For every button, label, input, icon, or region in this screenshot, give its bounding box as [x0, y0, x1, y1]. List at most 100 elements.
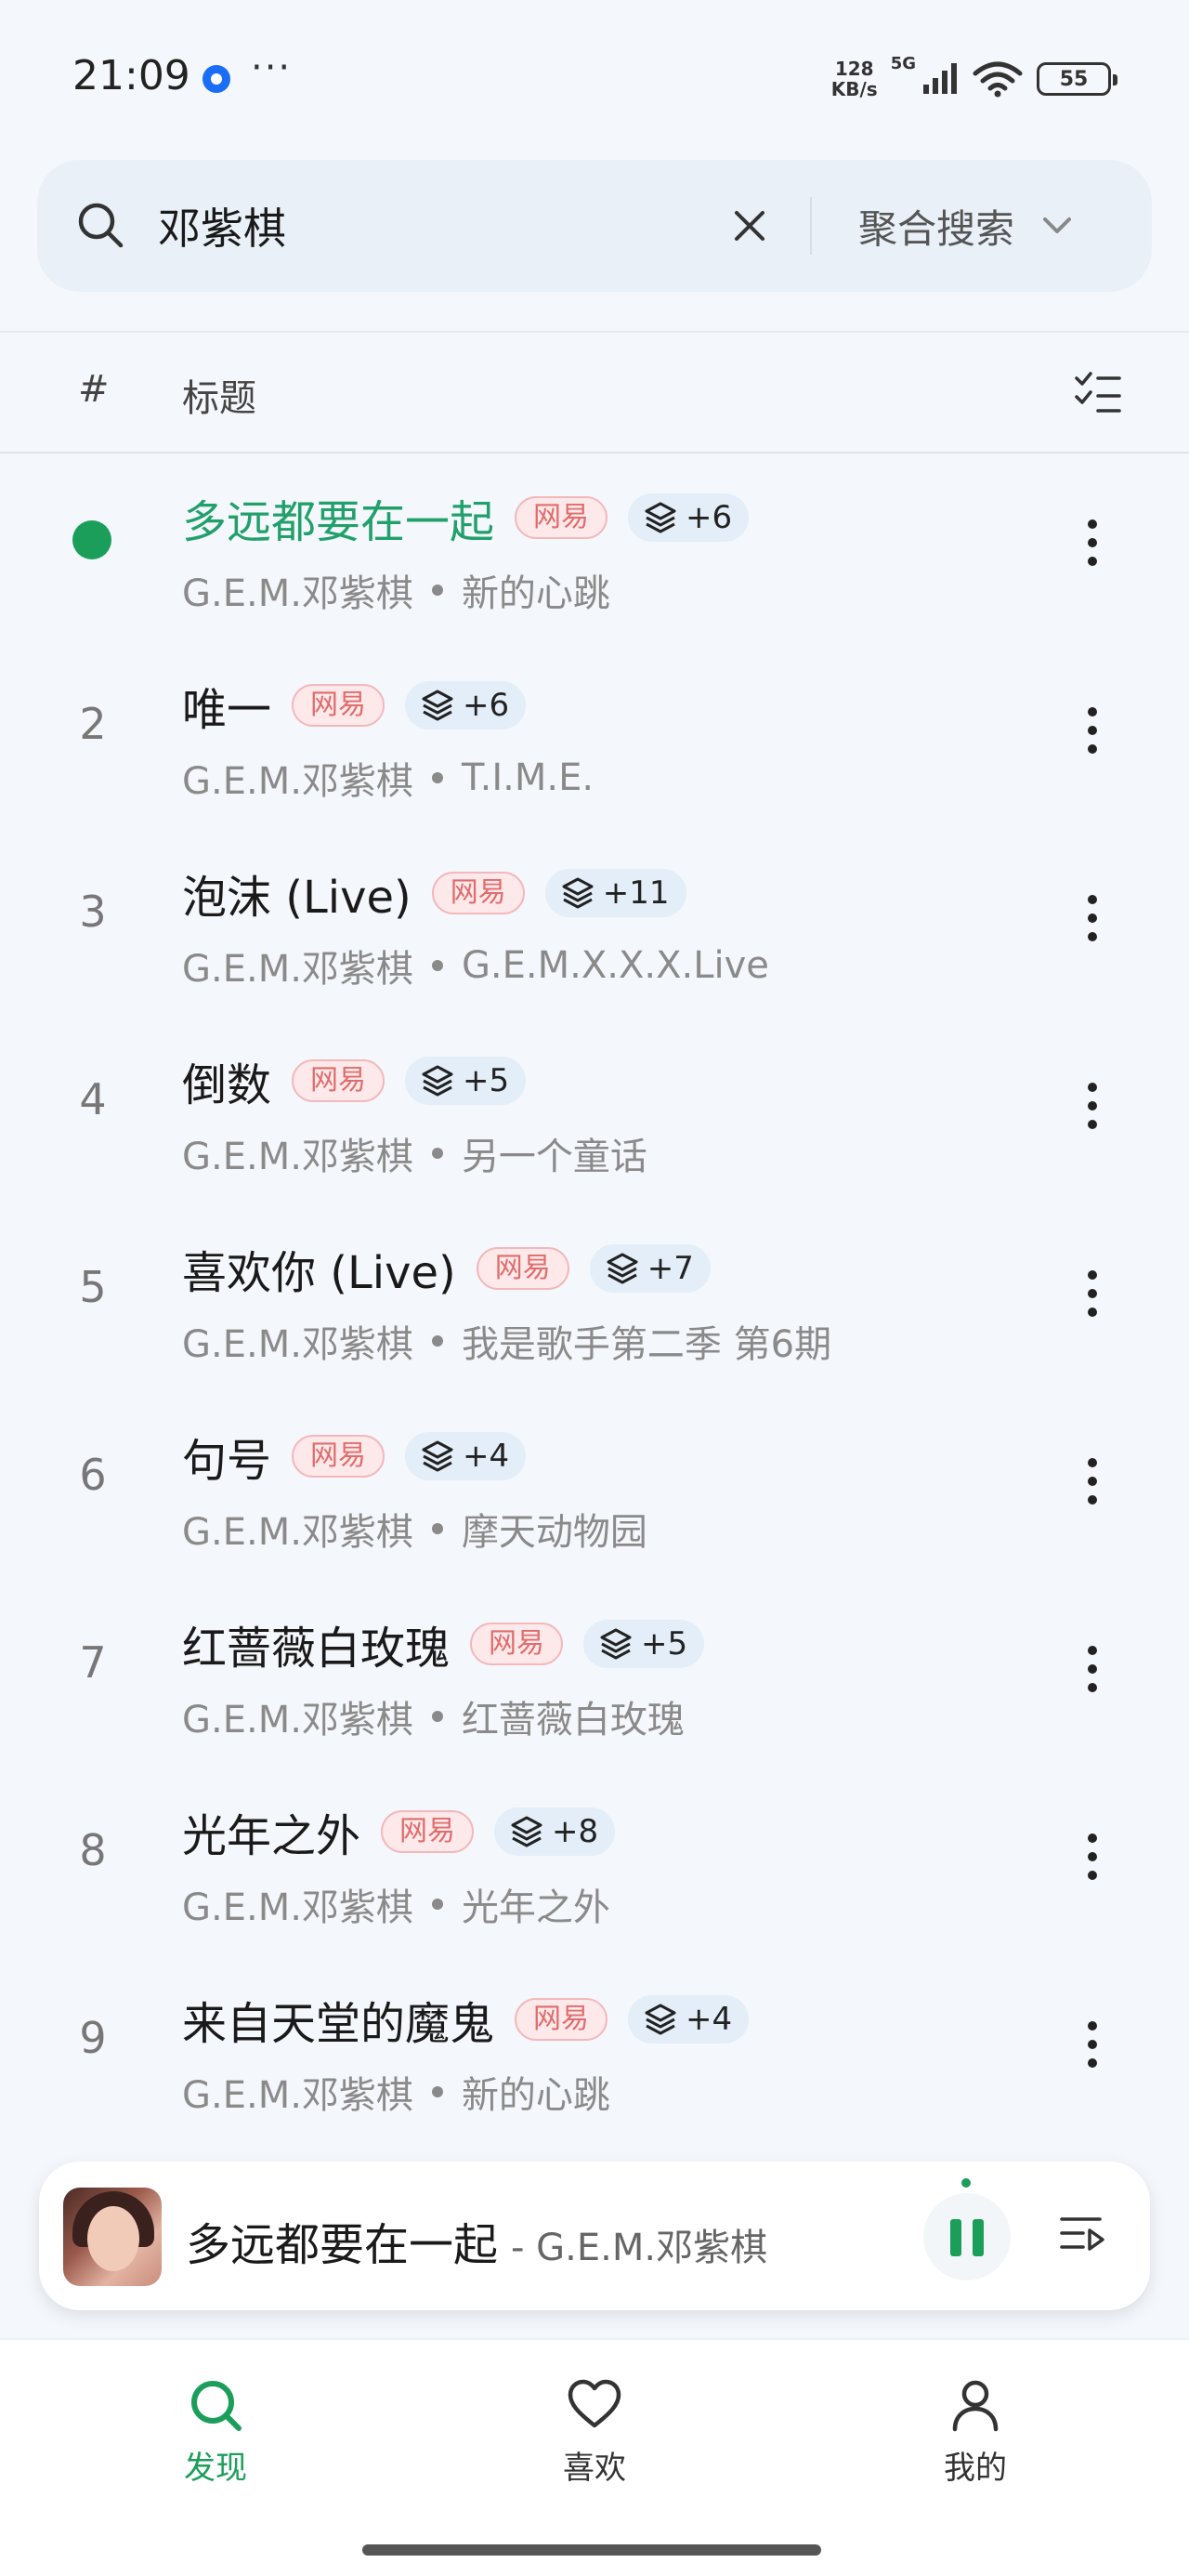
more-options-icon[interactable] [1078, 1829, 1107, 1885]
search-mode-label: 聚合搜索 [858, 205, 1015, 252]
versions-count: +5 [641, 1625, 688, 1663]
cover-face-shape [87, 2206, 139, 2271]
separator-dot [431, 1899, 443, 1910]
layers-icon [645, 502, 676, 533]
nav-favorites[interactable]: 喜欢 [511, 2375, 678, 2488]
song-subtitle: G.E.M.邓紫棋 另一个童话 [182, 1126, 647, 1180]
chevron-down-icon [1043, 217, 1072, 233]
versions-badge[interactable]: +4 [405, 1432, 527, 1480]
song-row[interactable]: 4 倒数 网易 +5 G.E.M.邓紫棋 另一个童话 [0, 1017, 1189, 1204]
layers-icon [422, 1065, 453, 1097]
search-mode-dropdown[interactable]: 聚合搜索 [858, 197, 1074, 255]
separator-dot [431, 960, 443, 971]
versions-badge[interactable]: +5 [405, 1057, 527, 1105]
album-cover-image[interactable] [63, 2188, 162, 2286]
pause-icon-bar-left [950, 2219, 961, 2256]
signal-icon [923, 63, 957, 94]
song-album: 另一个童话 [461, 1136, 647, 1178]
versions-badge[interactable]: +11 [544, 869, 686, 917]
more-options-icon[interactable] [1078, 2017, 1107, 2072]
song-subtitle: G.E.M.邓紫棋 红蔷薇白玫瑰 [182, 1689, 685, 1743]
song-artist: G.E.M.邓紫棋 [182, 1323, 413, 1366]
song-subtitle: G.E.M.邓紫棋 新的心跳 [182, 2065, 610, 2119]
separator-dot [431, 1711, 443, 1722]
song-row[interactable]: 5 喜欢你 (Live) 网易 +7 G.E.M.邓紫棋 我是歌手第二季 第6期 [0, 1204, 1189, 1392]
versions-count: +4 [686, 2001, 733, 2038]
versions-count: +6 [463, 687, 510, 724]
more-options-icon[interactable] [1078, 1453, 1107, 1509]
song-row[interactable]: 6 句号 网易 +4 G.E.M.邓紫棋 摩天动物园 [0, 1392, 1189, 1580]
nav-mine-label: 我的 [944, 2450, 1007, 2487]
versions-count: +7 [647, 1250, 694, 1287]
now-playing-info[interactable]: 多远都要在一起 - G.E.M.邓紫棋 [186, 2208, 767, 2273]
song-subtitle: G.E.M.邓紫棋 我是歌手第二季 第6期 [182, 1314, 831, 1368]
clear-search-icon[interactable] [726, 203, 773, 249]
source-badge: 网易 [431, 872, 525, 914]
layers-icon [422, 1440, 453, 1472]
song-title: 唯一 [182, 684, 272, 736]
song-artist: G.E.M.邓紫棋 [182, 948, 413, 991]
versions-badge[interactable]: +4 [628, 1995, 750, 2044]
song-album: 新的心跳 [461, 2074, 610, 2117]
versions-badge[interactable]: +6 [405, 681, 527, 729]
more-options-icon[interactable] [1078, 1078, 1107, 1134]
separator-dot [431, 1148, 443, 1159]
song-row[interactable]: 多远都要在一起 网易 +6 G.E.M.邓紫棋 新的心跳 [0, 453, 1189, 641]
status-more-icon: ··· [251, 46, 293, 89]
song-subtitle: G.E.M.邓紫棋 光年之外 [182, 1877, 610, 1931]
song-index: 9 [79, 2013, 107, 2063]
nav-mine[interactable]: 我的 [892, 2375, 1059, 2488]
versions-count: +4 [463, 1438, 510, 1475]
pause-button[interactable] [923, 2193, 1011, 2280]
layers-icon [607, 1253, 638, 1284]
song-index: 2 [79, 699, 107, 749]
versions-badge[interactable]: +5 [583, 1620, 705, 1668]
song-row[interactable]: 9 来自天堂的魔鬼 网易 +4 G.E.M.邓紫棋 新的心跳 [0, 1955, 1189, 2143]
more-options-icon[interactable] [1078, 890, 1107, 946]
more-options-icon[interactable] [1078, 703, 1107, 758]
versions-badge[interactable]: +6 [628, 493, 750, 542]
mini-player[interactable]: 多远都要在一起 - G.E.M.邓紫棋 [39, 2162, 1150, 2310]
song-list-header: # 标题 [0, 331, 1189, 453]
nav-discover[interactable]: 发现 [132, 2375, 299, 2488]
more-options-icon[interactable] [1078, 1641, 1107, 1697]
layers-icon [511, 1816, 542, 1847]
separator-dot [431, 585, 443, 596]
song-album: 摩天动物园 [461, 1511, 647, 1554]
source-badge: 网易 [292, 1059, 385, 1102]
song-album: G.E.M.X.X.X.Live [461, 944, 769, 987]
more-options-icon[interactable] [1078, 1266, 1107, 1321]
song-subtitle: G.E.M.邓紫棋 G.E.M.X.X.X.Live [182, 939, 769, 992]
network-speed-unit: KB/s [830, 78, 878, 100]
song-row[interactable]: 8 光年之外 网易 +8 G.E.M.邓紫棋 光年之外 [0, 1768, 1189, 1955]
separator-dot [431, 1523, 443, 1534]
search-bar: 聚合搜索 [37, 160, 1152, 292]
versions-badge[interactable]: +7 [589, 1244, 711, 1293]
heart-icon [568, 2379, 621, 2428]
wifi-icon [973, 61, 1023, 98]
song-title: 光年之外 [182, 1810, 361, 1862]
multi-select-icon[interactable] [1074, 370, 1122, 414]
nav-discover-label: 发现 [184, 2450, 247, 2487]
source-badge: 网易 [292, 1435, 385, 1478]
versions-badge[interactable]: +8 [494, 1807, 616, 1856]
app-notification-icon [203, 65, 230, 93]
song-title: 红蔷薇白玫瑰 [182, 1623, 451, 1675]
song-artist: G.E.M.邓紫棋 [182, 2074, 413, 2117]
playlist-queue-icon[interactable] [1059, 2214, 1105, 2256]
song-artist: G.E.M.邓紫棋 [182, 572, 413, 615]
more-options-icon[interactable] [1078, 515, 1107, 571]
battery-indicator: 55 [1037, 62, 1117, 96]
source-badge: 网易 [476, 1247, 569, 1290]
song-title-line: 多远都要在一起 网易 +6 [182, 485, 750, 550]
source-badge: 网易 [381, 1810, 475, 1853]
search-input[interactable] [158, 193, 715, 258]
song-album: 新的心跳 [461, 572, 610, 615]
song-row[interactable]: 3 泡沫 (Live) 网易 +11 G.E.M.邓紫棋 G.E.M.X.X.X.Live [0, 829, 1189, 1017]
song-row[interactable]: 2 唯一 网易 +6 G.E.M.邓紫棋 T.I.M.E. [0, 641, 1189, 829]
source-badge: 网易 [515, 496, 608, 539]
home-indicator[interactable] [362, 2544, 821, 2556]
column-index-label: # [78, 368, 110, 411]
playback-progress-indicator [961, 2178, 971, 2188]
song-row[interactable]: 7 红蔷薇白玫瑰 网易 +5 G.E.M.邓紫棋 红蔷薇白玫瑰 [0, 1580, 1189, 1768]
